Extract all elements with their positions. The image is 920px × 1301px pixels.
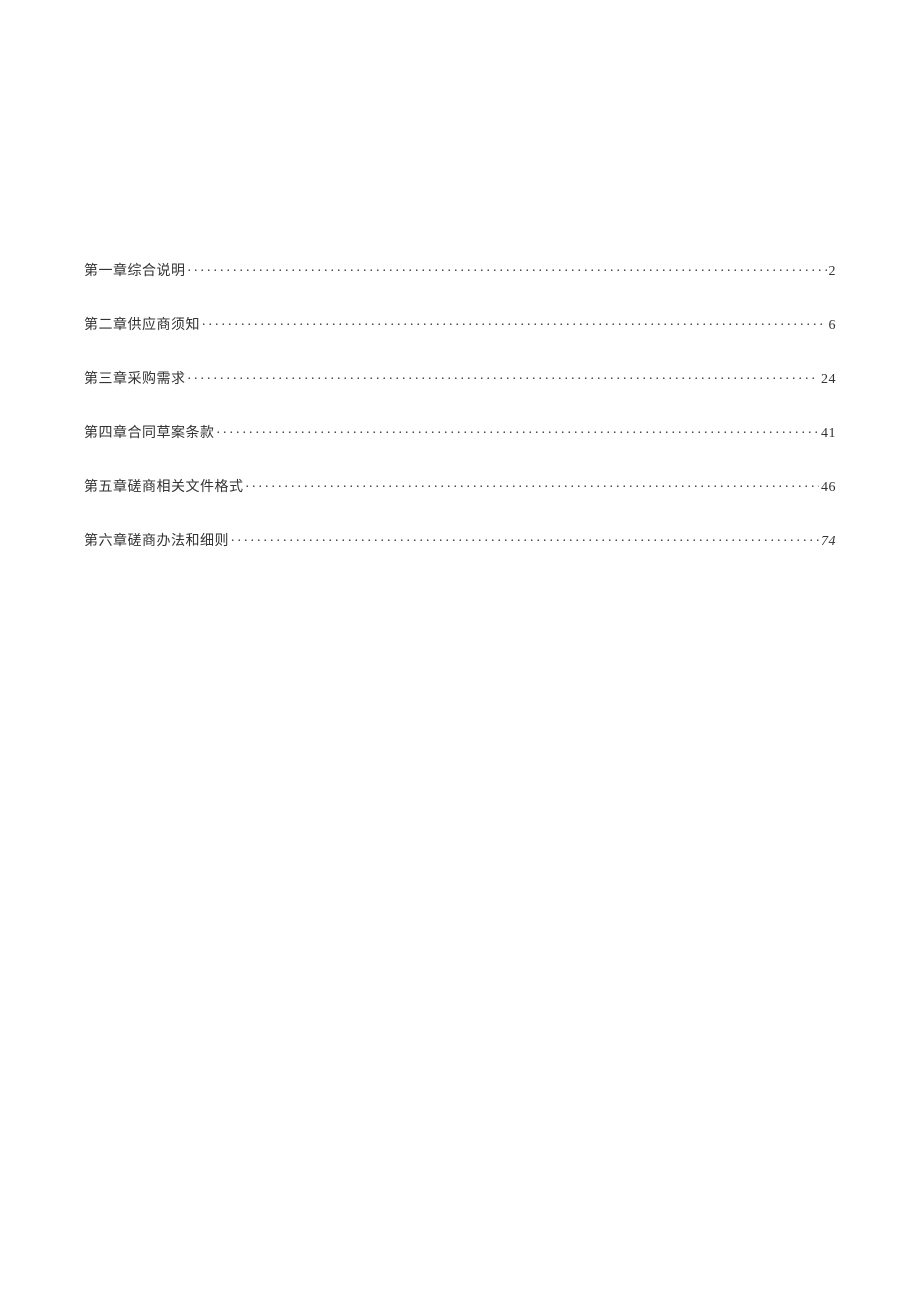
toc-title: 第五章磋商相关文件格式	[84, 476, 244, 496]
toc-entry: 第五章磋商相关文件格式 46	[84, 476, 836, 496]
toc-leader-dots	[217, 423, 820, 437]
toc-leader-dots	[188, 369, 820, 383]
toc-page-number: 46	[821, 480, 836, 496]
toc-page-number: 74	[821, 534, 836, 550]
toc-entry: 第四章合同草案条款 41	[84, 422, 836, 442]
toc-leader-dots	[246, 477, 820, 491]
toc-leader-dots	[202, 315, 827, 329]
toc-entry: 第三章采购需求 24	[84, 368, 836, 388]
toc-page-number: 2	[829, 264, 837, 280]
table-of-contents: 第一章综合说明 2 第二章供应商须知 6 第三章采购需求 24 第四章合同草案条…	[84, 260, 836, 550]
toc-title: 第三章采购需求	[84, 368, 186, 388]
toc-entry: 第一章综合说明 2	[84, 260, 836, 280]
toc-title: 第四章合同草案条款	[84, 422, 215, 442]
toc-page-number: 24	[821, 372, 836, 388]
toc-page-number: 6	[829, 318, 837, 334]
toc-leader-dots	[188, 261, 827, 275]
toc-entry: 第六章磋商办法和细则 74	[84, 530, 836, 550]
toc-page-number: 41	[821, 426, 836, 442]
toc-title: 第二章供应商须知	[84, 314, 200, 334]
toc-entry: 第二章供应商须知 6	[84, 314, 836, 334]
toc-leader-dots	[231, 531, 819, 545]
toc-title: 第一章综合说明	[84, 260, 186, 280]
toc-title: 第六章磋商办法和细则	[84, 530, 229, 550]
